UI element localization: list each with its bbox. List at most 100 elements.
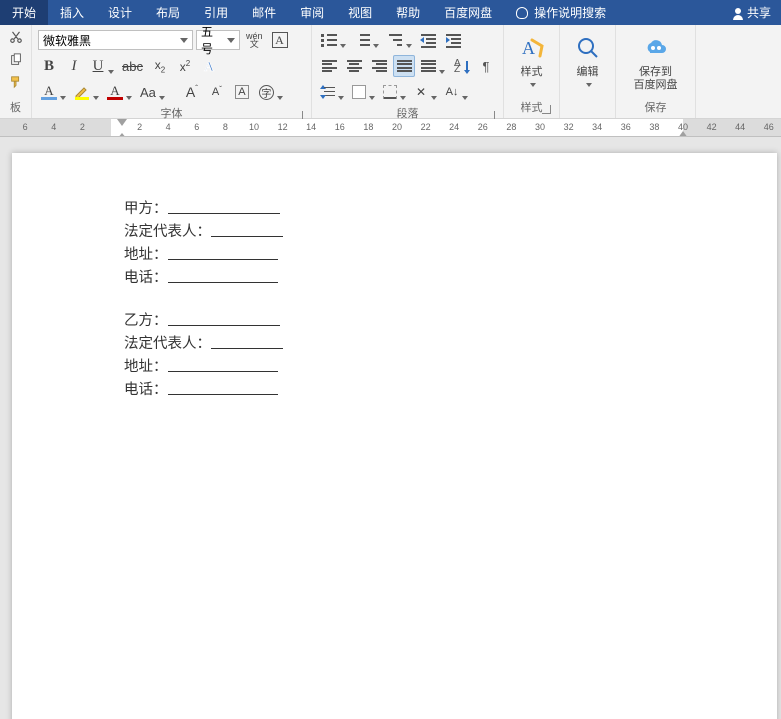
multilevel-icon (387, 33, 403, 47)
tab-review[interactable]: 审阅 (288, 0, 336, 25)
char-shading-button[interactable]: A (38, 81, 68, 103)
partyA-legal-blank (211, 221, 283, 237)
increase-indent-button[interactable] (442, 29, 464, 51)
page-1[interactable]: 甲方： 法定代表人： 地址： 电话： 乙方： 法定代表人： 地址： 电话： (12, 153, 777, 719)
find-icon (574, 34, 602, 62)
copy-icon[interactable] (7, 51, 25, 69)
partyA-legal-label: 法定代表人： (124, 224, 211, 240)
highlight-button[interactable] (71, 81, 101, 103)
share-button[interactable]: 共享 (723, 4, 781, 21)
tab-insert[interactable]: 插入 (48, 0, 96, 25)
bullets-button[interactable] (318, 29, 348, 51)
font-color-button[interactable]: A (104, 81, 134, 103)
ruler-tick: 6 (194, 122, 199, 132)
partyB-title: 乙方： (124, 313, 168, 329)
group-styles: A 样式 样式 (504, 25, 560, 118)
tab-layout[interactable]: 布局 (144, 0, 192, 25)
editing-button[interactable]: 编辑 (565, 29, 611, 97)
multilevel-list-button[interactable] (384, 29, 414, 51)
horizontal-ruler[interactable]: 8642246810121416182022242628303234363840… (0, 119, 781, 137)
ruler-tick: 42 (707, 122, 717, 132)
partyB-tel-label: 电话： (124, 382, 168, 398)
styles-button[interactable]: A 样式 (509, 29, 555, 97)
sort-icon (454, 59, 468, 73)
bold-button[interactable]: B (38, 55, 60, 77)
align-justify-button[interactable] (393, 55, 415, 77)
ruler-tick: 22 (421, 122, 431, 132)
align-dist-icon (421, 60, 436, 73)
ruler-tick: 10 (249, 122, 259, 132)
character-border-button[interactable]: A (269, 29, 291, 51)
tab-baidu[interactable]: 百度网盘 (432, 0, 504, 25)
change-case-button[interactable]: Aa (137, 81, 167, 103)
tab-home[interactable]: 开始 (0, 0, 48, 25)
document-area[interactable]: 甲方： 法定代表人： 地址： 电话： 乙方： 法定代表人： 地址： 电话： (0, 137, 781, 719)
enclose-chars-button[interactable]: 字 (256, 81, 285, 103)
editing-label: 编辑 (574, 66, 602, 92)
ruler-tick: 38 (649, 122, 659, 132)
styles-group-label[interactable]: 样式 (510, 97, 553, 118)
numbering-button[interactable] (351, 29, 381, 51)
person-icon (733, 8, 743, 18)
ruler-tick: 8 (223, 122, 228, 132)
ruler-tick: 2 (137, 122, 142, 132)
grow-font-button[interactable]: Aˆ (181, 81, 203, 103)
align-right-icon (372, 60, 387, 73)
font-size-select[interactable]: 五号 (196, 30, 240, 50)
decrease-indent-button[interactable] (417, 29, 439, 51)
snap-to-grid-button[interactable]: ✕ (411, 81, 439, 103)
text-effects-button[interactable]: A (199, 55, 223, 77)
char-border-icon: A (272, 32, 288, 48)
tab-design[interactable]: 设计 (96, 0, 144, 25)
ruler-tick: 16 (335, 122, 345, 132)
line-spacing-button[interactable] (318, 81, 346, 103)
align-justify-icon (397, 60, 412, 73)
ribbon-tabs: 开始 插入 设计 布局 引用 邮件 审阅 视图 帮助 百度网盘 操作说明搜索 共… (0, 0, 781, 25)
tab-view[interactable]: 视图 (336, 0, 384, 25)
font-name-select[interactable]: 微软雅黑 (38, 30, 193, 50)
tab-help[interactable]: 帮助 (384, 0, 432, 25)
tell-me-search[interactable]: 操作说明搜索 (504, 4, 618, 21)
shrink-font-button[interactable]: Aˇ (206, 81, 228, 103)
clear-formatting-button[interactable]: A (231, 81, 253, 103)
borders-button[interactable] (380, 81, 408, 103)
cut-icon[interactable] (7, 29, 25, 47)
ruler-tick: 14 (306, 122, 316, 132)
ruler-tick: 32 (564, 122, 574, 132)
shading-icon (352, 85, 366, 99)
partyB-name-blank (168, 310, 280, 326)
ruler-tick: 18 (363, 122, 373, 132)
ruler-tick: 30 (535, 122, 545, 132)
phonetic-guide-button[interactable]: wén文 (243, 29, 266, 51)
ruler-tick: 6 (23, 122, 28, 132)
font-color-icon: A (107, 84, 123, 100)
sort-button[interactable] (450, 55, 472, 77)
outdent-icon (421, 34, 436, 47)
group-paragraph: ¶ ✕ A↓ 段落 (312, 25, 504, 118)
tab-mailings[interactable]: 邮件 (240, 0, 288, 25)
document-body[interactable]: 甲方： 法定代表人： 地址： 电话： 乙方： 法定代表人： 地址： 电话： (124, 197, 584, 421)
underline-button[interactable]: U (88, 55, 116, 77)
strikethrough-button[interactable]: abc (119, 55, 146, 77)
ruler-tick: 26 (478, 122, 488, 132)
ruler-tick: 40 (678, 122, 688, 132)
paragraph-spacing-button[interactable]: A↓ (442, 81, 470, 103)
ruler-tick: 36 (621, 122, 631, 132)
show-marks-button[interactable]: ¶ (475, 55, 497, 77)
align-right-button[interactable] (368, 55, 390, 77)
first-line-indent-marker[interactable] (117, 119, 127, 126)
ruler-tick: 46 (764, 122, 774, 132)
italic-button[interactable]: I (63, 55, 85, 77)
superscript-button[interactable]: x2 (174, 55, 196, 77)
group-clipboard: 板 (0, 25, 32, 118)
tell-me-label: 操作说明搜索 (534, 4, 606, 21)
save-baidu-button[interactable]: 保存到百度网盘 (625, 29, 687, 97)
subscript-button[interactable]: x2 (149, 55, 171, 77)
partyA-addr-label: 地址： (124, 247, 168, 263)
tab-references[interactable]: 引用 (192, 0, 240, 25)
align-distribute-button[interactable] (418, 55, 447, 77)
format-painter-icon[interactable] (7, 73, 25, 91)
align-center-button[interactable] (343, 55, 365, 77)
align-left-button[interactable] (318, 55, 340, 77)
shading-button[interactable] (349, 81, 377, 103)
